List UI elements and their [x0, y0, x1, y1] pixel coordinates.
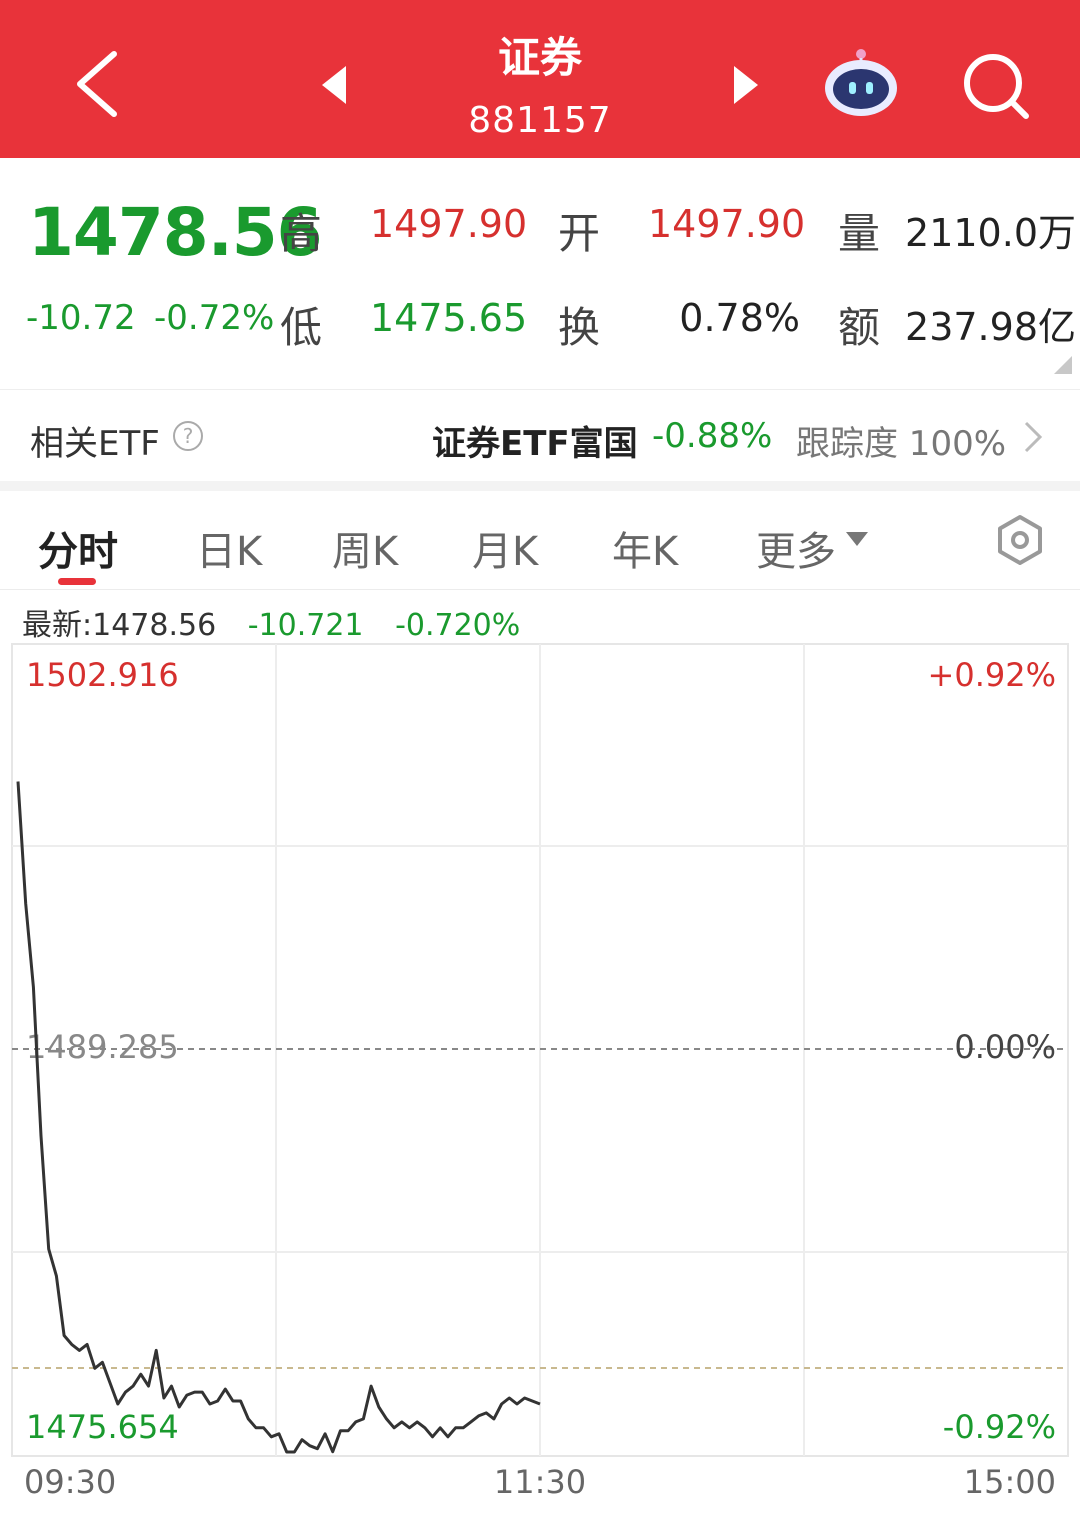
amount-value: 237.98亿	[905, 305, 1076, 349]
high-value: 1497.90	[370, 202, 528, 246]
low-label: 低	[280, 303, 323, 352]
y-ref-label: 1489.285	[26, 1028, 179, 1066]
pct-min-label: -0.92%	[943, 1408, 1056, 1446]
tab-weekly-k[interactable]: 周K	[332, 519, 398, 577]
pct-max-label: +0.92%	[928, 656, 1056, 694]
section-divider	[0, 481, 1080, 491]
help-icon[interactable]: ?	[172, 420, 204, 452]
x-tick-label: 11:30	[494, 1463, 586, 1501]
open-value: 1497.90	[648, 202, 806, 246]
quote-panel: 1478.56 -10.72 -0.72% 高 1497.90 开 1497.9…	[0, 158, 1080, 388]
price-series-line	[16, 781, 541, 1454]
latest-price: 最新:1478.56	[22, 608, 217, 643]
price-change-pct: -0.72%	[154, 298, 275, 338]
search-icon[interactable]	[962, 52, 1032, 122]
etf-tracking: 跟踪度 100%	[796, 424, 1007, 464]
volume-value: 2110.0万	[905, 211, 1076, 255]
next-triangle-icon[interactable]	[728, 62, 762, 108]
tab-monthly-k[interactable]: 月K	[472, 519, 538, 577]
high-label: 高	[280, 209, 323, 258]
svg-text:?: ?	[183, 424, 194, 448]
period-tabs: 分时 日K 周K 月K 年K 更多	[0, 491, 1080, 590]
etf-label: 相关ETF	[30, 424, 160, 464]
etf-change: -0.88%	[652, 416, 773, 456]
related-etf-row[interactable]: 相关ETF ? 证券ETF富国 -0.88% 跟踪度 100%	[0, 389, 1080, 482]
tab-more[interactable]: 更多	[756, 519, 836, 577]
chevron-right-icon[interactable]	[1022, 420, 1044, 454]
y-max-label: 1502.916	[26, 656, 179, 694]
x-tick-label: 15:00	[964, 1463, 1056, 1501]
latest-info: 最新:1478.56 -10.721 -0.720%	[22, 600, 542, 644]
turnover-value: 0.78%	[679, 296, 800, 340]
security-code: 881157	[468, 100, 612, 141]
top-bar: 证券 881157	[0, 0, 1080, 158]
pct-ref-label: 0.00%	[954, 1028, 1056, 1066]
last-price: 1478.56	[28, 194, 323, 271]
volume-label: 量	[838, 209, 881, 258]
expand-corner-icon[interactable]	[1054, 356, 1072, 374]
intraday-chart[interactable]: 1502.916 1489.285 1475.654 +0.92% 0.00% …	[0, 640, 1080, 1513]
back-arrow-icon[interactable]	[70, 48, 126, 120]
amount-label: 额	[838, 303, 881, 352]
latest-change: -10.721	[247, 608, 364, 643]
active-tab-indicator	[58, 578, 96, 585]
tab-daily-k[interactable]: 日K	[196, 519, 262, 577]
tab-yearly-k[interactable]: 年K	[612, 519, 678, 577]
dropdown-triangle-icon[interactable]	[846, 532, 868, 546]
low-value: 1475.65	[370, 296, 528, 340]
x-tick-label: 09:30	[24, 1463, 116, 1501]
tab-intraday[interactable]: 分时	[38, 519, 118, 577]
robot-assistant-icon[interactable]	[822, 46, 900, 118]
price-change: -10.72	[26, 298, 136, 338]
settings-icon[interactable]	[994, 514, 1046, 566]
turnover-label: 换	[558, 303, 601, 352]
y-min-label: 1475.654	[26, 1408, 179, 1446]
etf-name: 证券ETF富国	[432, 424, 638, 464]
latest-change-pct: -0.720%	[395, 608, 521, 643]
page-title: 证券	[497, 33, 582, 82]
prev-triangle-icon[interactable]	[318, 62, 352, 108]
open-label: 开	[558, 209, 601, 258]
